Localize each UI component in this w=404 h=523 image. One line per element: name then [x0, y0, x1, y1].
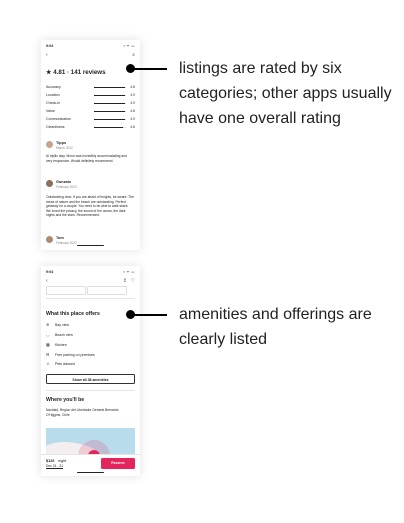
review-text: Outstanding view. If you are afraid of h…: [46, 195, 134, 218]
amenity-label: Kitchen: [55, 342, 67, 347]
category-row-location: Location 4.9: [46, 93, 135, 98]
category-bar: [94, 87, 126, 88]
amenity-label: Beach view: [55, 332, 73, 337]
review-date: February 2022: [56, 185, 77, 189]
review-text: Al idyllic stay. Mono was incredibly acc…: [46, 154, 127, 163]
show-all-amenities-button[interactable]: Show all 38 amenities: [46, 374, 135, 384]
category-score: 4.8: [130, 85, 135, 89]
rating-summary: ★ 4.81 · 141 reviews: [46, 69, 106, 76]
amenity-bay-view: ≋ Bay view: [46, 322, 131, 328]
category-bar: [94, 95, 126, 96]
category-bar: [94, 103, 126, 104]
category-bar-fill: [94, 103, 126, 104]
pets-icon: ☺: [46, 361, 51, 366]
annotation-pointer-line: [131, 67, 167, 70]
category-score: 4.6: [130, 125, 135, 129]
review-date: February 2022: [56, 241, 77, 245]
category-bar-fill: [94, 119, 126, 120]
annotation-line: have one overall rating: [179, 110, 341, 127]
share-icon[interactable]: ⇪: [123, 278, 127, 284]
reviewer-avatar[interactable]: [46, 180, 53, 187]
annotation-line: clearly listed: [179, 331, 268, 348]
location-title: Where you'll be: [46, 397, 85, 403]
back-icon[interactable]: ‹: [46, 278, 48, 284]
category-bar-fill: [94, 127, 124, 128]
amenities-screen: 9:04 ▪ ᯤ ▭ ‹ ⇪ ♡ What this place offers …: [41, 266, 140, 476]
reviewer-name: Tipps: [56, 141, 67, 145]
heart-icon[interactable]: ♡: [131, 278, 135, 284]
category-score: 4.8: [130, 109, 135, 113]
kitchen-icon: ▦: [46, 342, 50, 347]
beach-view-icon: ◡: [46, 332, 50, 337]
category-score: 4.9: [130, 93, 135, 97]
category-bar-fill: [94, 87, 125, 88]
category-label: Value: [46, 109, 55, 113]
status-icons: ▪ ᯤ ▭: [123, 44, 135, 48]
category-bar: [94, 111, 126, 112]
annotation-pointer-line: [131, 313, 167, 316]
booking-bar: $126 night Dec 31 - 31 Reserve: [41, 454, 140, 476]
reserve-button[interactable]: Reserve: [101, 458, 135, 469]
category-row-communication: Communication 4.9: [46, 117, 135, 122]
parking-icon: ⊟: [46, 352, 50, 357]
bay-view-icon: ≋: [46, 322, 50, 327]
annotation-line: amenities and offerings are: [179, 306, 372, 323]
amenity-label: Free parking on premises: [55, 352, 95, 357]
scrolled-card[interactable]: [46, 286, 86, 295]
reviewer-avatar[interactable]: [46, 236, 53, 243]
reviewer-avatar[interactable]: [46, 141, 53, 148]
annotation-line: categories; other apps usually: [179, 85, 392, 102]
category-score: 4.9: [130, 101, 135, 105]
status-time: 9:04: [46, 270, 54, 274]
category-label: Cleanliness: [46, 125, 65, 129]
amenity-label: Bay view: [55, 322, 70, 327]
category-bar: [94, 119, 126, 120]
category-label: Communication: [46, 117, 71, 121]
reviews-screen: 9:04 ▪ ᯤ ▭ ‹ ⌕ ★ 4.81 · 141 reviews Accu…: [41, 40, 140, 250]
category-label: Accuracy: [46, 85, 61, 89]
amenity-kitchen: ▦ Kitchen: [46, 342, 131, 348]
search-icon[interactable]: ⌕: [132, 52, 135, 58]
reviewer-name: Gonzalo: [56, 180, 71, 184]
dates[interactable]: Dec 31 - 31: [46, 464, 63, 468]
annotation-line: listings are rated by six: [179, 60, 342, 77]
divider: [46, 298, 135, 299]
home-indicator: [77, 245, 104, 247]
amenity-label: Pets allowed: [55, 361, 75, 366]
location-text: Navidad, Region del Libertador General B…: [46, 408, 119, 417]
category-label: Check-in: [46, 101, 61, 105]
category-bar: [94, 127, 126, 128]
category-bar-fill: [94, 95, 126, 96]
back-icon[interactable]: ‹: [46, 52, 48, 58]
category-row-value: Value 4.8: [46, 109, 135, 114]
category-row-cleanliness: Cleanliness 4.6: [46, 125, 135, 130]
price: $126: [46, 459, 55, 463]
category-label: Location: [46, 93, 60, 97]
reviewer-name: Tom: [56, 236, 64, 240]
amenities-title: What this place offers: [46, 311, 100, 317]
home-indicator: [77, 472, 104, 474]
category-row-check-in: Check-in 4.9: [46, 101, 135, 106]
review-date: March 2022: [56, 146, 73, 150]
status-icons: ▪ ᯤ ▭: [123, 270, 135, 274]
divider: [46, 390, 135, 391]
annotation-top: listings are rated by six categories; ot…: [179, 56, 392, 131]
amenity-free-parking: ⊟ Free parking on premises: [46, 352, 131, 358]
status-time: 9:04: [46, 44, 54, 48]
category-row-accuracy: Accuracy 4.8: [46, 85, 135, 90]
scrolled-card[interactable]: [87, 286, 127, 295]
amenity-pets-allowed: ☺ Pets allowed: [46, 361, 131, 367]
annotation-bottom: amenities and offerings are clearly list…: [179, 302, 372, 352]
category-bar-fill: [94, 111, 125, 112]
category-score: 4.9: [130, 117, 135, 121]
price-unit: night: [58, 459, 67, 463]
amenity-beach-view: ◡ Beach view: [46, 332, 131, 338]
